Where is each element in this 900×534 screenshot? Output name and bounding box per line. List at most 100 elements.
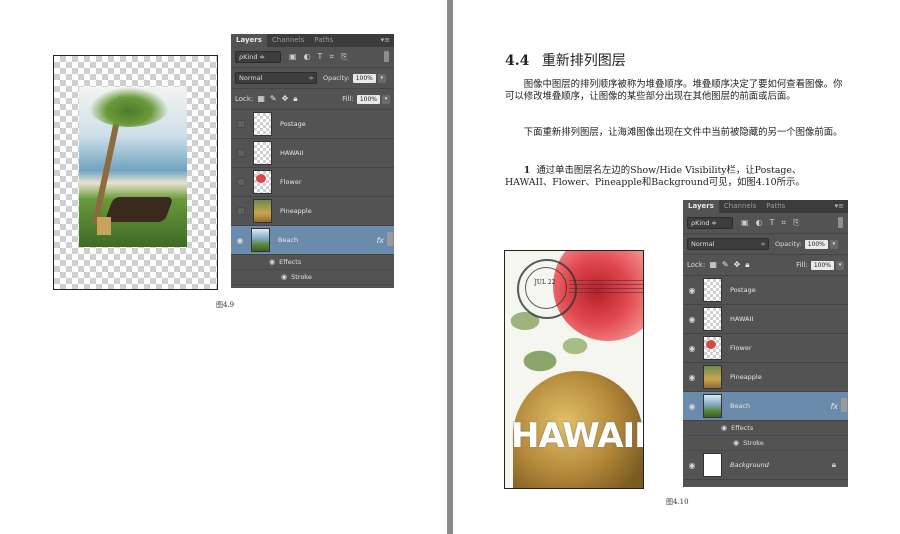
shape-filter-icon[interactable]: ⌗ xyxy=(329,52,334,62)
fx-icon[interactable]: fx xyxy=(376,236,384,245)
opacity-input[interactable]: 100% xyxy=(352,73,376,83)
layer-hawaii[interactable]: ◉ HAWAII xyxy=(683,305,848,334)
visibility-toggle[interactable] xyxy=(237,149,245,157)
eye-icon[interactable]: ◉ xyxy=(683,315,701,324)
layer-name: Pineapple xyxy=(730,373,762,381)
fill-input[interactable]: 100% xyxy=(356,94,380,104)
lock-transparent-icon[interactable]: ▦ xyxy=(709,260,717,270)
adjustment-filter-icon[interactable]: ◐ xyxy=(756,218,763,228)
eye-icon[interactable]: ◉ xyxy=(281,273,287,281)
effects-label: Effects xyxy=(279,258,302,266)
panel-menu-icon[interactable]: ▾≡ xyxy=(381,34,390,47)
opacity-dropdown-icon[interactable]: ▾ xyxy=(829,239,838,249)
layer-pineapple[interactable]: Pineapple xyxy=(231,197,394,226)
right-page: 4.4 重新排列图层 图像中图层的排列顺序被称为堆叠顺序。堆叠顺序决定了要如何查… xyxy=(453,0,900,534)
eye-icon[interactable]: ◉ xyxy=(683,402,701,411)
lock-row: Lock: ▦ ✎ ✥ 🔒︎ Fill: 100% ▾ xyxy=(683,255,848,276)
hawaii-title: HAWAII xyxy=(511,416,644,456)
scrollbar-thumb[interactable] xyxy=(387,232,393,246)
layer-thumbnail xyxy=(703,307,722,331)
type-filter-icon[interactable]: T xyxy=(318,52,323,62)
layer-thumbnail xyxy=(703,278,722,302)
layers-panel: Layers Channels Paths ▾≡ ρKind ≑ ▣ ◐ T ⌗… xyxy=(231,34,394,288)
eye-icon[interactable]: ◉ xyxy=(269,258,275,266)
fill-dropdown-icon[interactable]: ▾ xyxy=(836,260,844,270)
lock-label: Lock: xyxy=(687,261,706,269)
layer-thumbnail xyxy=(253,199,272,223)
lock-label: Lock: xyxy=(235,95,254,103)
filter-toggle[interactable] xyxy=(838,217,843,228)
stroke-effect-row[interactable]: ◉ Stroke xyxy=(231,270,394,285)
eye-icon[interactable]: ◉ xyxy=(683,373,701,382)
layer-thumbnail xyxy=(703,394,722,418)
layer-hawaii[interactable]: HAWAII xyxy=(231,139,394,168)
lock-position-icon[interactable]: ✥ xyxy=(282,94,289,104)
figure-caption: 图4.10 xyxy=(666,498,689,506)
fill-dropdown-icon[interactable]: ▾ xyxy=(382,94,390,104)
lock-all-icon[interactable]: 🔒︎ xyxy=(293,94,297,104)
layer-name: Flower xyxy=(730,344,752,352)
lock-image-icon[interactable]: ✎ xyxy=(722,260,729,270)
filter-toggle[interactable] xyxy=(384,51,389,62)
tab-layers[interactable]: Layers xyxy=(683,200,719,213)
blend-mode-select[interactable]: Normal ≑ xyxy=(235,72,317,84)
layer-name: Beach xyxy=(730,402,751,410)
eye-icon[interactable]: ◉ xyxy=(683,461,701,470)
eye-icon[interactable]: ◉ xyxy=(721,424,727,432)
hawaii-poster-image: JUL 22 HAWAII xyxy=(504,250,644,489)
lock-transparent-icon[interactable]: ▦ xyxy=(257,94,265,104)
layer-beach[interactable]: ◉ Beach fx xyxy=(231,226,394,255)
visibility-toggle[interactable] xyxy=(237,178,245,186)
smart-object-filter-icon[interactable]: ⎘ xyxy=(793,218,799,228)
visibility-toggle[interactable] xyxy=(237,120,245,128)
image-filter-icon[interactable]: ▣ xyxy=(289,52,297,62)
layer-background[interactable]: ◉ Background 🔒︎ xyxy=(683,451,848,480)
eye-icon[interactable]: ◉ xyxy=(231,236,249,245)
layer-name: Background xyxy=(730,461,769,469)
adjustment-filter-icon[interactable]: ◐ xyxy=(304,52,311,62)
chevron-down-icon: ≑ xyxy=(760,240,766,248)
layer-name: Postage xyxy=(280,120,306,128)
kind-filter-select[interactable]: ρKind ≑ xyxy=(687,217,733,229)
layer-thumbnail xyxy=(703,336,722,360)
fill-input[interactable]: 100% xyxy=(810,260,834,270)
layer-thumbnail xyxy=(703,365,722,389)
opacity-dropdown-icon[interactable]: ▾ xyxy=(377,73,386,83)
layer-flower[interactable]: Flower xyxy=(231,168,394,197)
layer-postage[interactable]: ◉ Postage xyxy=(683,276,848,305)
layer-pineapple[interactable]: ◉ Pineapple xyxy=(683,363,848,392)
section-title: 重新排列图层 xyxy=(541,53,626,69)
stroke-effect-row[interactable]: ◉ Stroke xyxy=(683,436,848,451)
eye-icon[interactable]: ◉ xyxy=(683,344,701,353)
opacity-input[interactable]: 100% xyxy=(804,239,828,249)
layer-name: Pineapple xyxy=(280,207,312,215)
tab-paths[interactable]: Paths xyxy=(761,200,790,213)
panel-menu-icon[interactable]: ▾≡ xyxy=(835,200,844,213)
tab-paths[interactable]: Paths xyxy=(309,34,338,47)
effects-row[interactable]: ◉ Effects xyxy=(683,421,848,436)
eye-icon[interactable]: ◉ xyxy=(733,439,739,447)
type-filter-icon[interactable]: T xyxy=(770,218,775,228)
visibility-toggle[interactable] xyxy=(237,207,245,215)
effects-row[interactable]: ◉ Effects xyxy=(231,255,394,270)
smart-object-filter-icon[interactable]: ⎘ xyxy=(341,52,347,62)
fx-icon[interactable]: fx xyxy=(830,402,838,411)
eye-icon[interactable]: ◉ xyxy=(683,286,701,295)
blend-mode-select[interactable]: Normal ≑ xyxy=(687,238,769,250)
lock-row: Lock: ▦ ✎ ✥ 🔒︎ Fill: 100% ▾ xyxy=(231,89,394,110)
tab-layers[interactable]: Layers xyxy=(231,34,267,47)
tab-channels[interactable]: Channels xyxy=(267,34,309,47)
lock-image-icon[interactable]: ✎ xyxy=(270,94,277,104)
tab-channels[interactable]: Channels xyxy=(719,200,761,213)
shape-filter-icon[interactable]: ⌗ xyxy=(781,218,786,228)
image-filter-icon[interactable]: ▣ xyxy=(741,218,749,228)
stroke-label: Stroke xyxy=(743,439,764,447)
fill-label: Fill: xyxy=(342,95,354,103)
scrollbar-thumb[interactable] xyxy=(841,398,847,412)
layer-beach[interactable]: ◉ Beach fx xyxy=(683,392,848,421)
lock-position-icon[interactable]: ✥ xyxy=(734,260,741,270)
layer-postage[interactable]: Postage xyxy=(231,110,394,139)
kind-filter-select[interactable]: ρKind ≑ xyxy=(235,51,281,63)
layer-flower[interactable]: ◉ Flower xyxy=(683,334,848,363)
lock-all-icon[interactable]: 🔒︎ xyxy=(745,260,749,270)
